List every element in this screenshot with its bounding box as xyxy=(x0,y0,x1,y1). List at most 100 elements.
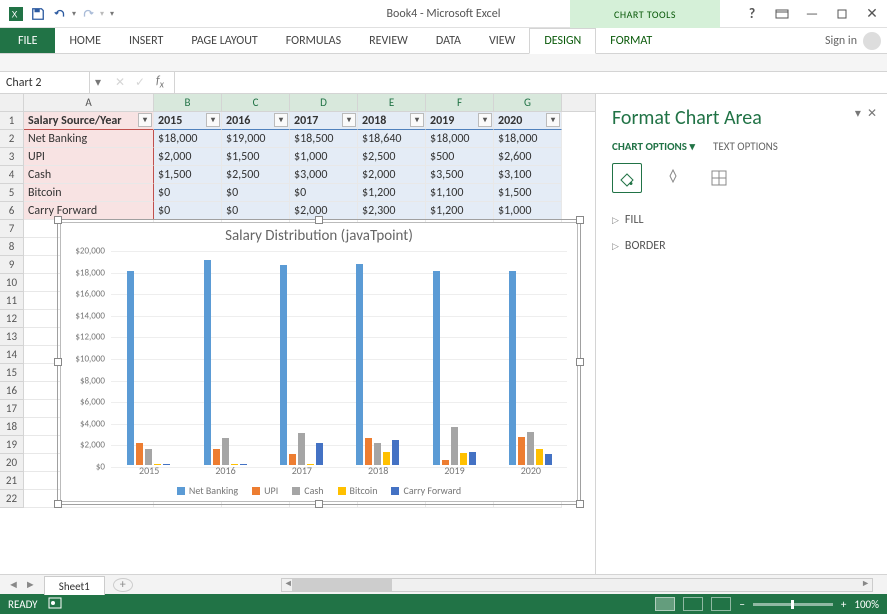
effects-icon[interactable] xyxy=(658,163,688,193)
signin-link[interactable]: Sign in xyxy=(825,34,857,48)
size-properties-icon[interactable] xyxy=(704,163,734,193)
row-header[interactable]: 14 xyxy=(0,346,24,364)
col-header-c[interactable]: C xyxy=(222,94,290,111)
ribbon-options-button[interactable] xyxy=(767,0,797,28)
cell[interactable]: $1,500 xyxy=(494,184,562,202)
cell[interactable]: $1,000 xyxy=(494,202,562,220)
row-header[interactable]: 17 xyxy=(0,400,24,418)
row-header[interactable]: 22 xyxy=(0,490,24,508)
filter-button[interactable]: ▾ xyxy=(478,113,492,127)
maximize-button[interactable] xyxy=(827,0,857,28)
cell[interactable]: UPI xyxy=(24,148,154,166)
cell[interactable]: 2017▾ xyxy=(290,112,358,130)
sheet-nav-first[interactable]: ◄ xyxy=(8,578,19,591)
pane-close-button[interactable]: ✕ xyxy=(867,106,877,121)
chart-bar[interactable] xyxy=(545,454,552,465)
cell[interactable]: $18,000 xyxy=(154,130,222,148)
tab-view[interactable]: VIEW xyxy=(475,28,529,53)
sheet-nav-last[interactable]: ► xyxy=(25,578,36,591)
filter-button[interactable]: ▾ xyxy=(342,113,356,127)
row-header[interactable]: 21 xyxy=(0,472,24,490)
chart-bar[interactable] xyxy=(451,427,458,465)
row-header[interactable]: 4 xyxy=(0,166,24,184)
page-break-view-button[interactable] xyxy=(711,597,731,611)
cell[interactable]: $18,000 xyxy=(426,130,494,148)
row-header[interactable]: 1 xyxy=(0,112,24,130)
cell[interactable]: $2,000 xyxy=(358,166,426,184)
chart-bar[interactable] xyxy=(392,440,399,465)
zoom-percent[interactable]: 100% xyxy=(854,598,879,611)
normal-view-button[interactable] xyxy=(655,597,675,611)
pane-section-fill[interactable]: ▷FILL xyxy=(612,207,871,233)
chart-bar[interactable] xyxy=(145,449,152,465)
cell[interactable]: $2,600 xyxy=(494,148,562,166)
cell[interactable]: $2,000 xyxy=(154,148,222,166)
row-header[interactable]: 15 xyxy=(0,364,24,382)
cell[interactable]: $2,500 xyxy=(222,166,290,184)
cell[interactable]: Carry Forward xyxy=(24,202,154,220)
pane-options-dropdown[interactable]: ▾ xyxy=(855,106,861,121)
chart-bar[interactable] xyxy=(127,271,134,465)
chart-bar[interactable] xyxy=(213,449,220,465)
cell[interactable]: Net Banking xyxy=(24,130,154,148)
chart-bar[interactable] xyxy=(316,443,323,465)
chart-plot-area[interactable] xyxy=(111,251,567,465)
cell[interactable]: $0 xyxy=(154,184,222,202)
undo-icon[interactable] xyxy=(50,4,70,24)
tab-insert[interactable]: INSERT xyxy=(115,28,177,53)
col-header-f[interactable]: F xyxy=(426,94,494,111)
chart-bar[interactable] xyxy=(356,264,363,465)
row-header[interactable]: 8 xyxy=(0,238,24,256)
zoom-in-button[interactable]: + xyxy=(841,598,846,611)
row-header[interactable]: 13 xyxy=(0,328,24,346)
row-header[interactable]: 16 xyxy=(0,382,24,400)
macro-record-icon[interactable] xyxy=(48,597,62,612)
save-icon[interactable] xyxy=(28,4,48,24)
cell[interactable]: $0 xyxy=(222,202,290,220)
cell[interactable]: 2016▾ xyxy=(222,112,290,130)
cell[interactable]: $19,000 xyxy=(222,130,290,148)
cell[interactable]: $2,300 xyxy=(358,202,426,220)
minimize-button[interactable]: — xyxy=(797,0,827,28)
cell[interactable]: $18,500 xyxy=(290,130,358,148)
help-button[interactable]: ? xyxy=(737,0,767,28)
col-header-e[interactable]: E xyxy=(358,94,426,111)
page-layout-view-button[interactable] xyxy=(683,597,703,611)
sheet-tab-1[interactable]: Sheet1 xyxy=(44,576,105,595)
cell[interactable]: $0 xyxy=(154,202,222,220)
legend-item[interactable]: UPI xyxy=(252,484,278,497)
cell[interactable]: $18,640 xyxy=(358,130,426,148)
chart-bar[interactable] xyxy=(433,271,440,465)
filter-button[interactable]: ▾ xyxy=(206,113,220,127)
chart-bar[interactable] xyxy=(518,437,525,465)
select-all-corner[interactable] xyxy=(0,94,24,111)
chart-bar[interactable] xyxy=(222,438,229,465)
name-box[interactable]: Chart 2 xyxy=(0,72,90,93)
cell[interactable]: 2019▾ xyxy=(426,112,494,130)
y-axis[interactable]: $0$2,000$4,000$6,000$8,000$10,000$12,000… xyxy=(61,251,109,465)
filter-button[interactable]: ▾ xyxy=(274,113,288,127)
row-header[interactable]: 19 xyxy=(0,436,24,454)
horizontal-scrollbar[interactable]: ◄ ► xyxy=(281,578,873,592)
legend-item[interactable]: Carry Forward xyxy=(391,484,461,497)
row-header[interactable]: 7 xyxy=(0,220,24,238)
fx-icon[interactable]: fx xyxy=(152,74,168,90)
row-header[interactable]: 11 xyxy=(0,292,24,310)
row-header[interactable]: 6 xyxy=(0,202,24,220)
tab-file[interactable]: FILE xyxy=(0,28,55,53)
tab-home[interactable]: HOME xyxy=(55,28,115,53)
cell[interactable]: $18,000 xyxy=(494,130,562,148)
chart-bar[interactable] xyxy=(374,443,381,465)
cell[interactable]: $2,500 xyxy=(358,148,426,166)
cell[interactable]: $1,000 xyxy=(290,148,358,166)
chart-bar[interactable] xyxy=(365,438,372,465)
chart-object[interactable]: Salary Distribution (javaTpoint) $0$2,00… xyxy=(60,222,578,502)
zoom-out-button[interactable]: − xyxy=(739,598,744,611)
col-header-g[interactable]: G xyxy=(494,94,562,111)
cell[interactable]: Bitcoin xyxy=(24,184,154,202)
filter-button[interactable]: ▾ xyxy=(546,113,560,127)
chart-bar[interactable] xyxy=(136,443,143,465)
col-header-d[interactable]: D xyxy=(290,94,358,111)
redo-icon[interactable] xyxy=(78,4,98,24)
zoom-slider[interactable] xyxy=(753,603,833,606)
